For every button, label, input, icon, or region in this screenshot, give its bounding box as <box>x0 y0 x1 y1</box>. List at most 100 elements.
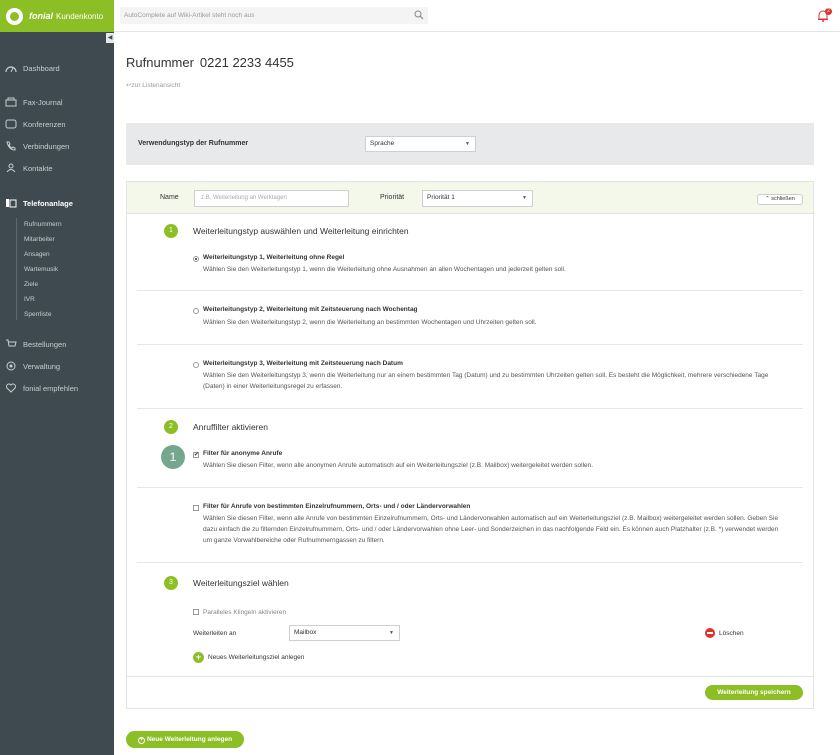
sidebar-item-dashboard[interactable]: Dashboard <box>5 63 60 73</box>
cart-icon <box>6 339 17 347</box>
forward-type-3-desc: Wählen Sie den Weiterleitungstyp 3, wenn… <box>203 372 769 390</box>
sidebar-item-kontakte[interactable]: Kontakte <box>5 163 53 173</box>
divider <box>137 487 803 488</box>
sidebar-subitem-ivr[interactable]: IVR <box>24 296 35 303</box>
sidebar-item-label: Bestellungen <box>23 339 67 349</box>
sidebar-subitem-sperrliste[interactable]: Sperrliste <box>24 311 51 318</box>
priority-select[interactable]: Priorität 1 ▼ <box>422 190 533 207</box>
forward-type-1-title: Weiterleitungstyp 1, Weiterleitung ohne … <box>203 254 345 261</box>
sidebar: fonial Kundenkonto ◀ Dashboard Fax-Journ… <box>0 0 114 755</box>
new-forwarding-label: Neue Weiterleitung anlegen <box>146 736 233 743</box>
collapse-sidebar-icon[interactable]: ◀ <box>106 33 114 43</box>
forward-type-1-desc: Wählen Sie den Weiterleitungstyp 1, wenn… <box>203 266 566 273</box>
divider <box>137 562 803 563</box>
step-2-title: Anruffilter aktivieren <box>193 422 268 432</box>
sidebar-item-label: Konferenzen <box>23 119 66 129</box>
rule-header: Name z.B. Weiterleitung an Werktagen Pri… <box>127 182 813 214</box>
sidebar-item-label: fonial empfehlen <box>23 383 79 393</box>
parallel-ringing-option[interactable]: Paralleles Klingeln aktivieren <box>193 608 286 616</box>
add-icon: + <box>193 652 204 663</box>
main-content: Rufnummer 0221 2233 4455 ↩zur Listenansic… <box>114 33 840 755</box>
topbar: AutoComplete auf Wiki-Artikel steht noch… <box>114 0 840 32</box>
anonymous-filter-desc: Wählen Sie diesen Filter, wenn alle anon… <box>203 462 594 469</box>
sidebar-subitem-mitarbeiter[interactable]: Mitarbeiter <box>24 236 55 243</box>
divider <box>137 344 803 345</box>
parallel-ringing-label: Paralleles Klingeln aktivieren <box>203 609 287 616</box>
priority-label: Priorität <box>380 194 405 201</box>
sidebar-item-fonial-empfehlen[interactable]: fonial empfehlen <box>5 383 78 393</box>
sidebar-item-verwaltung[interactable]: Verwaltung <box>5 361 60 371</box>
sidebar-item-konferenzen[interactable]: Konferenzen <box>5 119 66 129</box>
forward-to-label: Weiterleiten an <box>193 630 237 637</box>
forwarding-rule-card: Name z.B. Weiterleitung an Werktagen Pri… <box>126 181 814 709</box>
sidebar-item-verbindungen[interactable]: Verbindungen <box>5 141 69 151</box>
new-forwarding-button[interactable]: + Neue Weiterleitung anlegen <box>126 731 244 748</box>
delete-label: Löschen <box>719 629 744 637</box>
forward-type-3-title: Weiterleitungstyp 3, Weiterleitung mit Z… <box>203 360 403 367</box>
usage-type-label: Verwendungstyp der Rufnummer <box>138 140 249 147</box>
sidebar-item-label: Telefonanlage <box>23 198 73 208</box>
save-forwarding-button[interactable]: Weiterleitung speichern <box>705 685 803 700</box>
sidebar-item-label: Dashboard <box>23 63 60 73</box>
name-label: Name <box>160 194 179 201</box>
number-filter-title: Filter für Anrufe von bestimmten Einzelr… <box>203 503 471 510</box>
back-to-list-link[interactable]: ↩zur Listenansicht <box>126 81 180 89</box>
chevron-down-icon: ▼ <box>522 195 527 201</box>
number-filter-checkbox[interactable] <box>193 505 199 511</box>
forward-type-3-radio[interactable] <box>193 362 199 368</box>
dashboard-icon <box>5 66 17 73</box>
search-input[interactable]: AutoComplete auf Wiki-Artikel steht noch… <box>120 7 428 24</box>
step-1-title: Weiterleitungstyp auswählen und Weiterle… <box>193 226 409 236</box>
close-rule-button[interactable]: ⌃ schließen <box>757 194 803 205</box>
search-icon[interactable] <box>414 10 424 20</box>
sidebar-subitem-rufnummern[interactable]: Rufnummern <box>24 221 62 228</box>
forward-type-2-title: Weiterleitungstyp 2, Weiterleitung mit Z… <box>203 306 418 313</box>
divider <box>137 290 803 291</box>
submenu-divider <box>16 218 17 320</box>
forward-target-value: Mailbox <box>294 629 317 636</box>
step-3-title: Weiterleitungsziel wählen <box>193 578 289 588</box>
parallel-ringing-checkbox[interactable] <box>193 609 199 615</box>
notification-badge: 2 <box>825 8 832 15</box>
brand-bar[interactable]: fonial Kundenkonto <box>0 0 114 32</box>
sidebar-item-fax-journal[interactable]: Fax-Journal <box>5 97 63 107</box>
forward-type-2-radio[interactable] <box>193 308 199 314</box>
plus-icon: + <box>137 737 145 744</box>
sidebar-item-label: Kontakte <box>23 163 53 173</box>
sidebar-subitem-ansagen[interactable]: Ansagen <box>24 251 50 258</box>
close-label: schließen <box>771 196 795 202</box>
recommend-icon <box>6 383 16 393</box>
chevron-up-icon: ⌃ <box>765 196 770 202</box>
phone-icon <box>6 141 16 151</box>
brand-subtitle: Kundenkonto <box>56 11 104 21</box>
usage-type-select[interactable]: Sprache ▼ <box>365 136 476 152</box>
sidebar-item-telefonanlage[interactable]: Telefonanlage <box>5 198 73 208</box>
sidebar-item-bestellungen[interactable]: Bestellungen <box>5 339 66 349</box>
remove-icon <box>705 628 715 638</box>
add-target-button[interactable]: + Neues Weiterleitungsziel anlegen <box>193 652 304 663</box>
delete-target-button[interactable]: Löschen <box>705 628 744 638</box>
forward-type-1-radio[interactable] <box>193 256 199 262</box>
usage-type-value: Sprache <box>370 140 395 147</box>
anonymous-filter-title: Filter für anonyme Anrufe <box>203 450 283 457</box>
usage-type-panel: Verwendungstyp der Rufnummer Sprache ▼ <box>126 123 814 165</box>
sidebar-item-label: Verwaltung <box>23 361 61 371</box>
search-placeholder: AutoComplete auf Wiki-Artikel steht noch… <box>124 12 255 19</box>
priority-value: Priorität 1 <box>427 194 455 201</box>
rule-name-input[interactable]: z.B. Weiterleitung an Werktagen <box>194 190 349 207</box>
forward-target-select[interactable]: Mailbox ▼ <box>289 625 400 641</box>
phone-system-icon <box>6 199 17 208</box>
divider <box>127 676 813 677</box>
divider <box>137 408 803 409</box>
number-filter-desc: Wählen Sie diesen Filter, wenn alle Anru… <box>203 515 779 544</box>
contacts-icon <box>6 163 16 173</box>
sidebar-subitem-wartemusik[interactable]: Wartemusik <box>24 266 58 273</box>
fonial-logo-icon <box>6 7 23 25</box>
phone-number: 0221 2233 4455 <box>199 55 294 70</box>
anonymous-filter-checkbox[interactable]: ✔ <box>193 452 199 458</box>
back-link-label: zur Listenansicht <box>131 82 181 89</box>
sidebar-subitem-ziele[interactable]: Ziele <box>24 281 38 288</box>
add-target-label: Neues Weiterleitungsziel anlegen <box>208 654 305 661</box>
page-title: Rufnummer 0221 2233 4455 <box>126 55 294 70</box>
page-title-label: Rufnummer <box>126 55 194 70</box>
